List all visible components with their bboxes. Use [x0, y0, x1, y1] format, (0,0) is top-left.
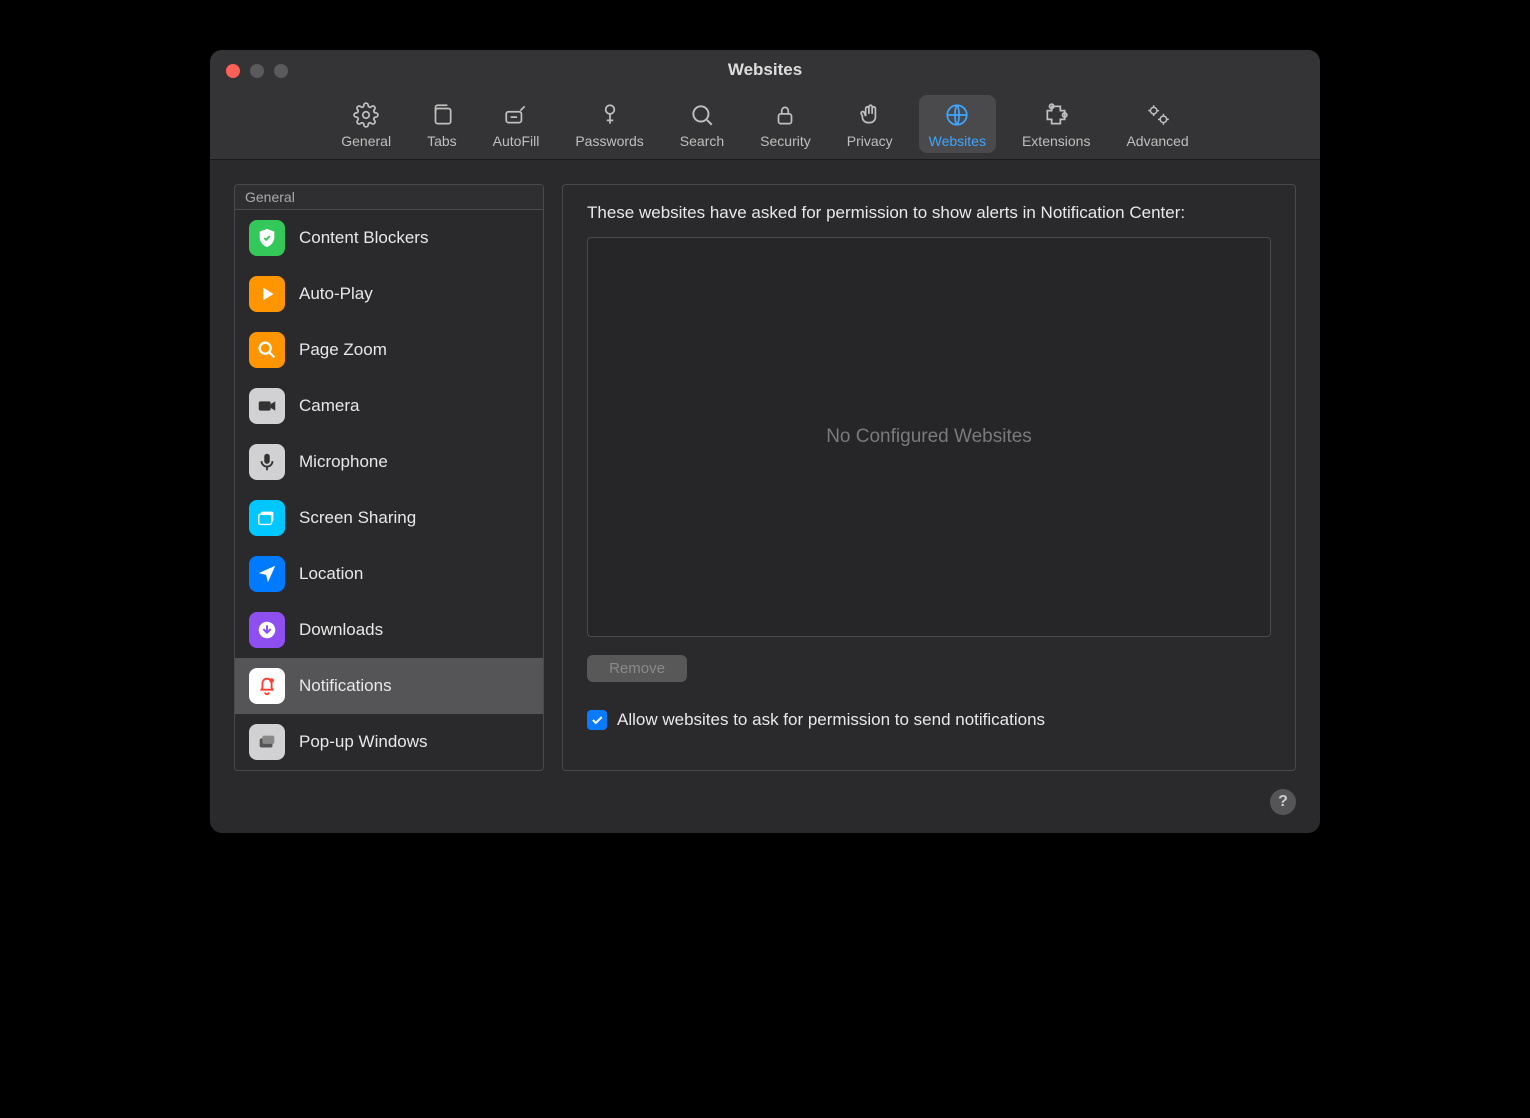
tab-security[interactable]: Security — [750, 95, 821, 153]
main-panel: These websites have asked for permission… — [562, 184, 1296, 771]
gear-icon — [352, 101, 380, 129]
help-button[interactable]: ? — [1270, 789, 1296, 815]
zoom-icon — [249, 332, 285, 368]
microphone-icon — [249, 444, 285, 480]
tab-advanced[interactable]: Advanced — [1116, 95, 1198, 153]
allow-notifications-row: Allow websites to ask for permission to … — [587, 710, 1271, 730]
sidebar-item-label: Downloads — [299, 620, 383, 640]
tab-autofill[interactable]: AutoFill — [483, 95, 550, 153]
sidebar-item-label: Camera — [299, 396, 359, 416]
tab-websites[interactable]: Websites — [919, 95, 996, 153]
sidebar-item-label: Notifications — [299, 676, 392, 696]
download-icon — [249, 612, 285, 648]
tab-passwords[interactable]: Passwords — [565, 95, 653, 153]
titlebar: Websites General Tabs AutoFill — [210, 50, 1320, 160]
lock-icon — [771, 101, 799, 129]
tab-label: Tabs — [427, 133, 457, 149]
sidebar-item-label: Content Blockers — [299, 228, 428, 248]
sidebar-item-label: Page Zoom — [299, 340, 387, 360]
sidebar-item-camera[interactable]: Camera — [235, 378, 543, 434]
tab-label: Extensions — [1022, 133, 1090, 149]
sidebar-item-page-zoom[interactable]: Page Zoom — [235, 322, 543, 378]
sidebar-item-location[interactable]: Location — [235, 546, 543, 602]
gears-icon — [1144, 101, 1172, 129]
sidebar-item-label: Location — [299, 564, 363, 584]
sidebar-item-label: Screen Sharing — [299, 508, 416, 528]
autofill-icon — [502, 101, 530, 129]
tab-extensions[interactable]: Extensions — [1012, 95, 1100, 153]
sidebar-item-label: Auto-Play — [299, 284, 373, 304]
tab-search[interactable]: Search — [670, 95, 734, 153]
sidebar-item-downloads[interactable]: Downloads — [235, 602, 543, 658]
tabs-icon — [428, 101, 456, 129]
sidebar-item-label: Pop-up Windows — [299, 732, 428, 752]
sidebar-header: General — [235, 185, 543, 210]
footer: ? — [210, 789, 1320, 833]
search-icon — [688, 101, 716, 129]
screen-sharing-icon — [249, 500, 285, 536]
sidebar-item-notifications[interactable]: Notifications — [235, 658, 543, 714]
key-icon — [596, 101, 624, 129]
preferences-window: Websites General Tabs AutoFill — [210, 50, 1320, 833]
tab-label: Security — [760, 133, 811, 149]
tab-label: AutoFill — [493, 133, 540, 149]
sidebar-item-content-blockers[interactable]: Content Blockers — [235, 210, 543, 266]
tab-label: Search — [680, 133, 724, 149]
tab-label: Privacy — [847, 133, 893, 149]
empty-state-text: No Configured Websites — [826, 426, 1032, 448]
window-title: Websites — [210, 60, 1320, 80]
sidebar-item-label: Microphone — [299, 452, 388, 472]
location-icon — [249, 556, 285, 592]
allow-notifications-checkbox[interactable] — [587, 710, 607, 730]
website-list[interactable]: No Configured Websites — [587, 237, 1271, 637]
tab-label: Advanced — [1126, 133, 1188, 149]
sidebar-item-auto-play[interactable]: Auto-Play — [235, 266, 543, 322]
content-area: General Content Blockers Auto-Play Page … — [210, 160, 1320, 789]
panel-description: These websites have asked for permission… — [587, 203, 1271, 223]
tab-label: Passwords — [575, 133, 643, 149]
hand-icon — [856, 101, 884, 129]
tab-label: General — [341, 133, 391, 149]
popup-icon — [249, 724, 285, 760]
puzzle-icon — [1042, 101, 1070, 129]
checkbox-label: Allow websites to ask for permission to … — [617, 710, 1045, 730]
sidebar: General Content Blockers Auto-Play Page … — [234, 184, 544, 771]
tab-label: Websites — [929, 133, 986, 149]
sidebar-item-microphone[interactable]: Microphone — [235, 434, 543, 490]
shield-check-icon — [249, 220, 285, 256]
bell-icon — [249, 668, 285, 704]
camera-icon — [249, 388, 285, 424]
remove-button[interactable]: Remove — [587, 655, 687, 682]
tab-privacy[interactable]: Privacy — [837, 95, 903, 153]
toolbar-tabs: General Tabs AutoFill Passwords — [210, 95, 1320, 153]
sidebar-item-screen-sharing[interactable]: Screen Sharing — [235, 490, 543, 546]
globe-icon — [943, 101, 971, 129]
play-icon — [249, 276, 285, 312]
tab-tabs[interactable]: Tabs — [417, 95, 467, 153]
sidebar-item-popups[interactable]: Pop-up Windows — [235, 714, 543, 770]
tab-general[interactable]: General — [331, 95, 401, 153]
